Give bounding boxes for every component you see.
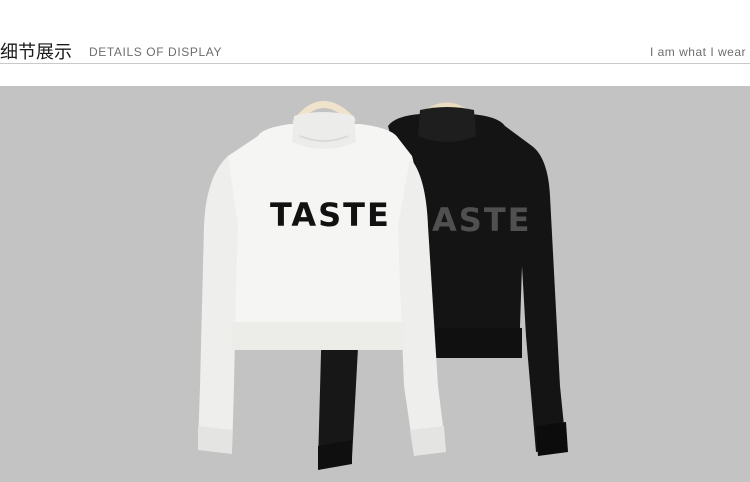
section-title: 细节展示	[0, 42, 72, 63]
product-illustration: ASTE TASTE	[198, 101, 568, 470]
white-print: TASTE	[270, 196, 391, 234]
section-subtitle: DETAILS OF DISPLAY	[89, 45, 223, 59]
header-divider	[0, 63, 750, 64]
product-photo: ASTE TASTE	[0, 86, 750, 482]
brand-tagline: I am what I wear	[649, 45, 746, 59]
header: 细节展示 DETAILS OF DISPLAY I am what I wear	[0, 0, 750, 86]
black-print: ASTE	[432, 201, 532, 239]
